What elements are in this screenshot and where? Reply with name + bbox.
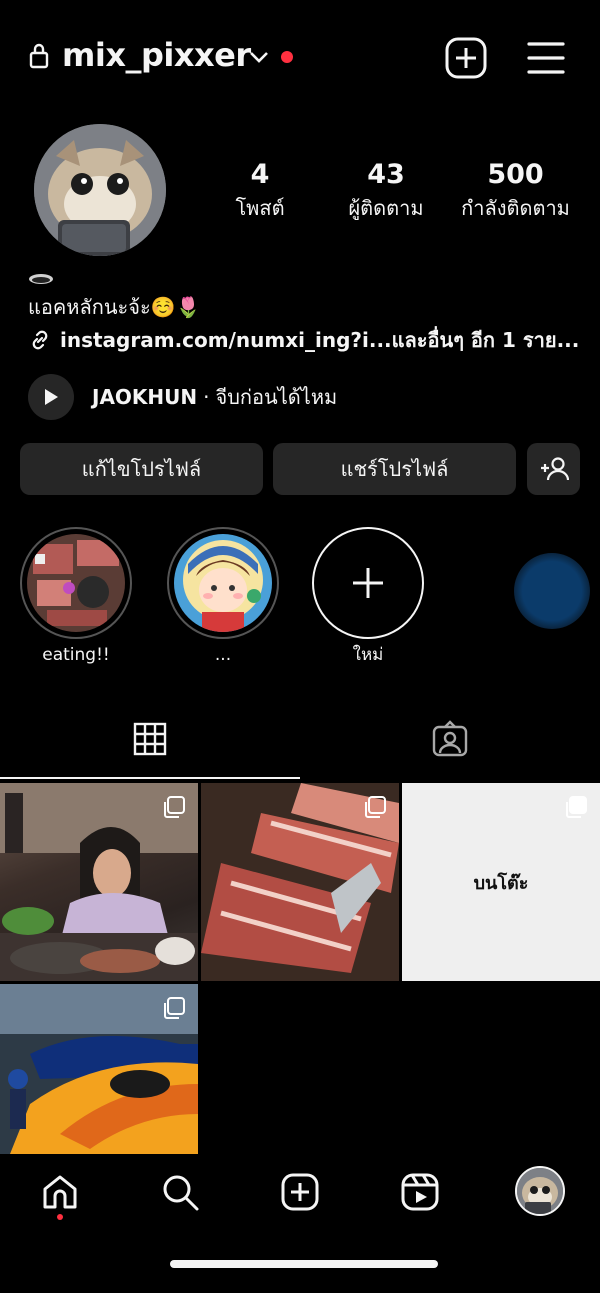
stat-followers[interactable]: 43 ผู้ติดตาม [316, 158, 456, 224]
play-icon [45, 389, 58, 405]
highlight-cover [174, 534, 272, 632]
link-icon [32, 330, 48, 350]
profile-bio: แอคหลักนะจ้ะ☺️🌷 [28, 295, 201, 319]
tab-tagged[interactable] [300, 700, 600, 778]
followers-label: ผู้ติดตาม [348, 196, 424, 220]
notification-dot [281, 51, 293, 63]
post-thumbnail[interactable] [0, 984, 198, 1154]
profile-avatar[interactable] [34, 124, 166, 256]
lock-icon [29, 43, 49, 69]
plus-square-icon [281, 1173, 319, 1211]
carousel-icon [566, 796, 587, 818]
profile-link[interactable]: instagram.com/numxi_ing?i...และอื่นๆ อีก… [28, 323, 588, 357]
active-tab-indicator [0, 777, 300, 779]
threads-badge-icon[interactable] [28, 273, 54, 285]
chevron-down-icon[interactable] [248, 46, 270, 68]
highlight-cartoon[interactable]: ... [167, 527, 279, 665]
nav-home-active-dot [57, 1214, 63, 1220]
following-count: 500 [487, 159, 544, 190]
avatar [517, 1168, 563, 1214]
highlight-label: ... [214, 645, 232, 665]
music-separator: · [203, 385, 210, 409]
profile-tabs [0, 700, 600, 782]
post-caption-text: บนโต๊ะ [473, 872, 529, 894]
profile-link-text: instagram.com/numxi_ing?i...และอื่นๆ อีก… [60, 328, 580, 352]
home-icon [43, 1175, 77, 1209]
following-label: กำลังติดตาม [461, 196, 570, 220]
music-artist: JAOKHUN [92, 385, 198, 409]
search-icon [163, 1175, 199, 1211]
nav-home[interactable] [36, 1168, 84, 1216]
nav-search[interactable] [156, 1168, 204, 1216]
system-home-indicator[interactable] [170, 1260, 438, 1268]
reels-icon [401, 1173, 439, 1211]
plus-icon [353, 568, 383, 598]
profile-header: mix_pixxer [0, 0, 600, 115]
posts-label: โพสต์ [235, 196, 285, 220]
highlight-eating[interactable]: eating!! [20, 527, 132, 665]
profile-music[interactable]: JAOKHUN · จีบก่อนได้ไหม [28, 374, 337, 420]
carousel-icon [164, 997, 185, 1019]
tab-posts-grid[interactable] [0, 700, 300, 778]
create-new-button[interactable] [444, 36, 488, 80]
posts-count: 4 [250, 159, 270, 190]
post-thumbnail[interactable]: บนโต๊ะ [402, 783, 600, 981]
nav-reels[interactable] [396, 1168, 444, 1216]
bottom-navigation [0, 1160, 600, 1226]
add-person-icon [540, 457, 569, 481]
share-profile-button[interactable]: แชร์โปรไฟล์ [273, 443, 516, 495]
highlight-cover [27, 534, 125, 632]
tagged-person-icon [432, 720, 468, 757]
new-highlight-label: ใหม่ [352, 645, 384, 665]
stat-posts[interactable]: 4 โพสต์ [190, 158, 330, 224]
username-switcher[interactable]: mix_pixxer [62, 36, 251, 74]
play-button[interactable] [28, 374, 74, 420]
nav-create[interactable] [276, 1168, 324, 1216]
grid-icon [133, 722, 167, 756]
carousel-icon [365, 796, 386, 818]
stat-following[interactable]: 500 กำลังติดตาม [443, 158, 588, 224]
edit-profile-button[interactable]: แก้ไขโปรไฟล์ [20, 443, 263, 495]
highlight-label: eating!! [42, 645, 110, 665]
hamburger-menu-icon[interactable] [524, 36, 568, 80]
nav-profile-avatar[interactable] [515, 1166, 565, 1216]
discover-people-button[interactable] [527, 443, 580, 495]
post-thumbnail[interactable] [201, 783, 399, 981]
music-title: จีบก่อนได้ไหม [215, 385, 338, 409]
carousel-icon [164, 796, 185, 818]
followers-count: 43 [367, 159, 405, 190]
post-thumbnail[interactable] [0, 783, 198, 981]
floating-assistive-touch[interactable] [514, 553, 590, 629]
new-highlight-button[interactable]: ใหม่ [312, 527, 424, 668]
